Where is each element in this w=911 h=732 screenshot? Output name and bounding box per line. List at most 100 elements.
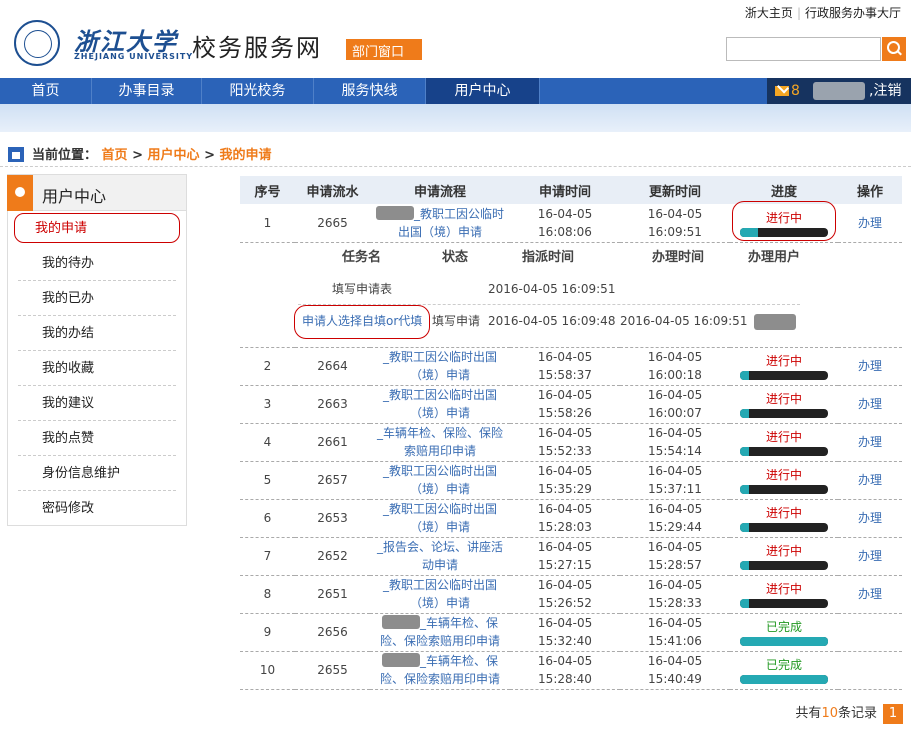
flow-line-1[interactable]: _车辆年检、保险、保险 bbox=[377, 426, 503, 440]
sidebar-item-my-applications[interactable]: 我的申请 bbox=[14, 213, 180, 243]
update-date: 16-04-05 bbox=[647, 464, 703, 478]
page-1-button[interactable]: 1 bbox=[883, 704, 903, 724]
update-time: 15:54:14 bbox=[648, 444, 702, 458]
cell-operation[interactable]: 办理 bbox=[838, 204, 902, 243]
sidebar-item-my-done[interactable]: 我的已办 bbox=[18, 281, 176, 316]
handle-link[interactable]: 办理 bbox=[858, 359, 882, 373]
flow-line-2[interactable]: 索赔用印申请 bbox=[404, 444, 476, 458]
handle-link[interactable]: 办理 bbox=[858, 587, 882, 601]
redacted-name bbox=[381, 615, 420, 629]
nav-service-catalog[interactable]: 办事目录 bbox=[92, 78, 202, 104]
update-date: 16-04-05 bbox=[647, 426, 703, 440]
cell-flow[interactable]: _车辆年检、保险、保险索赔用印申请 bbox=[370, 613, 510, 652]
cell-flow[interactable]: _教职工因公临时出国 （境）申请 bbox=[370, 347, 510, 386]
record-count: 10 bbox=[821, 706, 838, 721]
nav-service-express[interactable]: 服务快线 bbox=[314, 78, 426, 104]
cell-operation[interactable] bbox=[838, 613, 902, 652]
cell-serial: 2653 bbox=[295, 499, 370, 538]
cell-flow[interactable]: _教职工因公临时出国 （境）申请 bbox=[370, 385, 510, 424]
cell-flow[interactable]: _车辆年检、保险、保险索赔用印申请 bbox=[370, 651, 510, 690]
nav-sunshine-affairs[interactable]: 阳光校务 bbox=[202, 78, 314, 104]
cell-flow[interactable]: _车辆年检、保险、保险索赔用印申请 bbox=[370, 423, 510, 462]
update-date: 16-04-05 bbox=[647, 502, 703, 516]
logout-link[interactable]: ,注销 bbox=[869, 78, 901, 104]
cell-apply-time: 16-04-05 16:08:06 bbox=[510, 204, 620, 243]
progress-bar bbox=[740, 599, 828, 608]
logout-label[interactable]: 注销 bbox=[873, 83, 901, 99]
cell-operation[interactable] bbox=[838, 651, 902, 690]
flow-line-1[interactable]: _教职工因公临时出国 bbox=[383, 464, 497, 478]
cell-update-time: 16-04-05 16:00:07 bbox=[620, 385, 730, 424]
cell-apply-time: 16-04-05 15:35:29 bbox=[510, 461, 620, 500]
flow-line-1[interactable]: _教职工因公临时 bbox=[414, 207, 504, 221]
flow-line-2[interactable]: 出国（境）申请 bbox=[398, 225, 482, 239]
cell-operation[interactable]: 办理 bbox=[838, 423, 902, 462]
cell-operation[interactable]: 办理 bbox=[838, 537, 902, 576]
apply-time: 15:28:40 bbox=[538, 672, 592, 686]
flow-line-2[interactable]: 动申请 bbox=[422, 558, 458, 572]
update-time: 15:41:06 bbox=[648, 634, 702, 648]
search-box bbox=[726, 37, 906, 61]
sidebar-item-password[interactable]: 密码修改 bbox=[18, 491, 176, 526]
handle-link[interactable]: 办理 bbox=[858, 397, 882, 411]
highlight-oval bbox=[294, 304, 430, 339]
dept-window-button[interactable]: 部门窗口 bbox=[346, 39, 422, 60]
cell-flow[interactable]: _教职工因公临时出国（境）申请 bbox=[370, 204, 510, 243]
link-zju-home[interactable]: 浙大主页 bbox=[741, 6, 797, 20]
flow-line-1[interactable]: _教职工因公临时出国 bbox=[383, 350, 497, 364]
progress-bar bbox=[740, 371, 828, 380]
flow-line-1[interactable]: _教职工因公临时出国 bbox=[383, 388, 497, 402]
cell-operation[interactable]: 办理 bbox=[838, 385, 902, 424]
sidebar-item-my-likes[interactable]: 我的点赞 bbox=[18, 421, 176, 456]
cell-flow[interactable]: _教职工因公临时出国 （境）申请 bbox=[370, 499, 510, 538]
flow-line-1[interactable]: _车辆年检、保 bbox=[420, 616, 498, 630]
flow-line-2[interactable]: （境）申请 bbox=[410, 520, 470, 534]
redacted-name bbox=[375, 205, 414, 220]
apply-time: 15:26:52 bbox=[538, 596, 592, 610]
nav-home[interactable]: 首页 bbox=[0, 78, 92, 104]
sidebar-item-identity[interactable]: 身份信息维护 bbox=[18, 456, 176, 491]
cell-serial: 2651 bbox=[295, 575, 370, 614]
apply-time: 15:28:03 bbox=[538, 520, 592, 534]
mail-count[interactable]: 8 bbox=[791, 78, 800, 104]
flow-line-2[interactable]: （境）申请 bbox=[410, 596, 470, 610]
cell-update-time: 16-04-05 15:29:44 bbox=[620, 499, 730, 538]
nav-user-center[interactable]: 用户中心 bbox=[426, 78, 540, 104]
breadcrumb-home[interactable]: 首页 bbox=[102, 148, 128, 163]
handle-link[interactable]: 办理 bbox=[858, 435, 882, 449]
search-icon[interactable] bbox=[882, 37, 906, 61]
handle-link[interactable]: 办理 bbox=[858, 511, 882, 525]
flow-line-2[interactable]: （境）申请 bbox=[410, 482, 470, 496]
breadcrumb-user-center[interactable]: 用户中心 bbox=[148, 148, 200, 163]
flow-line-1[interactable]: _报告会、论坛、讲座活 bbox=[377, 540, 503, 554]
cell-operation[interactable]: 办理 bbox=[838, 575, 902, 614]
flow-line-1[interactable]: _教职工因公临时出国 bbox=[383, 578, 497, 592]
search-input[interactable] bbox=[726, 37, 881, 61]
sidebar-item-my-todo[interactable]: 我的待办 bbox=[18, 246, 176, 281]
cell-flow[interactable]: _教职工因公临时出国 （境）申请 bbox=[370, 575, 510, 614]
cell-operation[interactable]: 办理 bbox=[838, 461, 902, 500]
sidebar-item-my-suggestions[interactable]: 我的建议 bbox=[18, 386, 176, 421]
flow-line-1[interactable]: _车辆年检、保 bbox=[420, 654, 498, 668]
apply-date: 16-04-05 bbox=[537, 578, 593, 592]
table-row: 9 2656 _车辆年检、保 险、保险索赔用印申请 16-04-05 15:32:40 16… bbox=[240, 613, 902, 652]
mail-icon[interactable] bbox=[775, 86, 789, 96]
flow-line-2[interactable]: （境）申请 bbox=[410, 406, 470, 420]
apply-date: 16-04-05 bbox=[537, 426, 593, 440]
cell-flow[interactable]: _教职工因公临时出国 （境）申请 bbox=[370, 461, 510, 500]
sidebar-item-my-favorites[interactable]: 我的收藏 bbox=[18, 351, 176, 386]
flow-line-2[interactable]: 险、保险索赔用印申请 bbox=[380, 672, 500, 686]
breadcrumb-my-applications[interactable]: 我的申请 bbox=[220, 148, 272, 163]
handle-link[interactable]: 办理 bbox=[858, 473, 882, 487]
cell-update-time: 16-04-05 16:09:51 bbox=[620, 204, 730, 243]
flow-line-2[interactable]: 险、保险索赔用印申请 bbox=[380, 634, 500, 648]
flow-line-1[interactable]: _教职工因公临时出国 bbox=[383, 502, 497, 516]
sidebar-item-my-closed[interactable]: 我的办结 bbox=[18, 316, 176, 351]
handle-link[interactable]: 办理 bbox=[858, 549, 882, 563]
cell-operation[interactable]: 办理 bbox=[838, 499, 902, 538]
cell-operation[interactable]: 办理 bbox=[838, 347, 902, 386]
flow-line-2[interactable]: （境）申请 bbox=[410, 368, 470, 382]
link-service-hall[interactable]: 行政服务办事大厅 bbox=[801, 6, 905, 20]
cell-flow[interactable]: _报告会、论坛、讲座活 动申请 bbox=[370, 537, 510, 576]
handle-link[interactable]: 办理 bbox=[858, 216, 882, 230]
